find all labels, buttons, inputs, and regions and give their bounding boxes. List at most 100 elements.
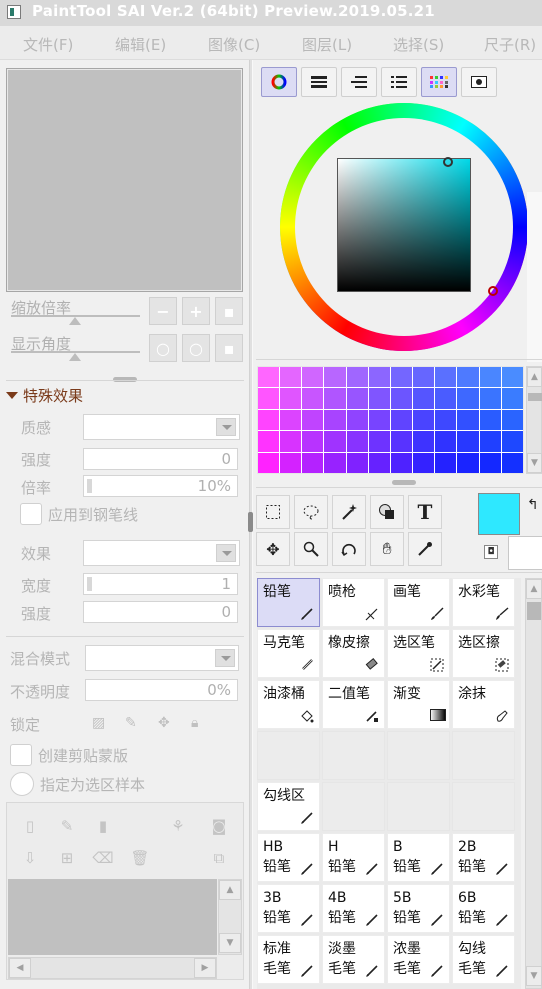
color-swatch[interactable] bbox=[435, 431, 457, 452]
color-swatch[interactable] bbox=[435, 367, 457, 388]
color-swatch[interactable] bbox=[457, 367, 479, 388]
menu-image[interactable]: 图像(C) bbox=[208, 34, 260, 55]
swatch-scroll-thumb[interactable] bbox=[528, 393, 542, 401]
color-swatch[interactable] bbox=[390, 388, 413, 409]
new-vector-layer-icon[interactable]: ✎ bbox=[54, 813, 80, 839]
menu-file[interactable]: 文件(F) bbox=[23, 34, 73, 55]
color-swatch[interactable] bbox=[479, 452, 501, 473]
navigator-preview[interactable] bbox=[6, 68, 243, 292]
brush-slot-empty[interactable] bbox=[452, 731, 515, 780]
brush-slot-empty[interactable] bbox=[322, 731, 385, 780]
scroll-left-button[interactable]: ◀ bbox=[9, 958, 31, 978]
color-swatch[interactable] bbox=[280, 367, 302, 388]
brush-slot[interactable]: 勾线区 bbox=[257, 782, 320, 831]
color-swatch[interactable] bbox=[324, 388, 346, 409]
swatch-scroll-up-button[interactable]: ▲ bbox=[527, 367, 542, 387]
color-swatch[interactable] bbox=[302, 388, 324, 409]
swatch-mode-button[interactable] bbox=[421, 67, 457, 97]
color-swatch[interactable] bbox=[501, 431, 523, 452]
color-wheel-mode-button[interactable] bbox=[261, 67, 297, 97]
color-swatch[interactable] bbox=[324, 452, 346, 473]
brush-slot[interactable]: 马克笔 bbox=[257, 629, 320, 678]
color-swatch[interactable] bbox=[413, 388, 435, 409]
color-swatch[interactable] bbox=[435, 388, 457, 409]
brush-slot[interactable]: 二值笔 bbox=[322, 680, 385, 729]
rotate-tool[interactable] bbox=[332, 532, 366, 566]
color-swatch[interactable] bbox=[258, 431, 280, 452]
color-swatch[interactable] bbox=[346, 452, 368, 473]
lock-all-icon[interactable]: 🔒︎ bbox=[191, 715, 198, 731]
scale-slider[interactable]: 10% bbox=[83, 475, 238, 497]
color-swatch[interactable] bbox=[435, 452, 457, 473]
brush-slot-empty[interactable] bbox=[387, 731, 450, 780]
swatch-scroll-down-button[interactable]: ▼ bbox=[527, 453, 542, 473]
new-folder-icon[interactable]: ▮ bbox=[90, 813, 116, 839]
brush-slot[interactable]: H 铅笔 bbox=[322, 833, 385, 882]
layer-copy-icon[interactable]: ⧉ bbox=[206, 845, 232, 871]
color-swatch[interactable] bbox=[258, 388, 280, 409]
color-swatch[interactable] bbox=[280, 388, 302, 409]
brush-slot-empty[interactable] bbox=[257, 731, 320, 780]
angle-slider-thumb[interactable] bbox=[69, 353, 81, 361]
brush-slot-empty[interactable] bbox=[387, 782, 450, 831]
color-swatch[interactable] bbox=[302, 452, 324, 473]
color-swatch[interactable] bbox=[368, 452, 390, 473]
brush-slot[interactable]: 选区擦 bbox=[452, 629, 515, 678]
brush-slot[interactable]: 浓墨 毛笔 bbox=[387, 935, 450, 984]
duplicate-layer-icon[interactable]: ⊞ bbox=[54, 845, 80, 871]
color-swatch[interactable] bbox=[346, 367, 368, 388]
layer-list[interactable] bbox=[8, 879, 217, 955]
color-swatch[interactable] bbox=[390, 431, 413, 452]
color-swatch[interactable] bbox=[324, 367, 346, 388]
brush-scroll-thumb[interactable] bbox=[527, 602, 541, 620]
brush-slot[interactable]: 选区笔 bbox=[387, 629, 450, 678]
brush-slot[interactable]: 6B 铅笔 bbox=[452, 884, 515, 933]
menu-edit[interactable]: 编辑(E) bbox=[115, 34, 166, 55]
lasso-tool[interactable] bbox=[294, 495, 328, 529]
color-swatch[interactable] bbox=[302, 431, 324, 452]
color-swatch[interactable] bbox=[346, 431, 368, 452]
secondary-color-swatch[interactable] bbox=[508, 536, 542, 570]
scratchpad-mode-button[interactable] bbox=[461, 67, 497, 97]
zoom-slider-thumb[interactable] bbox=[69, 317, 81, 325]
trash-icon[interactable]: 🗑︎ bbox=[127, 845, 153, 871]
color-swatch[interactable] bbox=[479, 367, 501, 388]
zoom-tool[interactable] bbox=[294, 532, 328, 566]
swap-colors-icon[interactable]: ↰ bbox=[527, 497, 539, 513]
strength-input[interactable]: 0 bbox=[83, 601, 238, 623]
brush-slot[interactable]: 油漆桶 bbox=[257, 680, 320, 729]
lock-move-icon[interactable]: ✥ bbox=[158, 715, 170, 731]
color-swatch[interactable] bbox=[413, 431, 435, 452]
clipping-checkbox[interactable] bbox=[10, 744, 32, 766]
color-swatch[interactable] bbox=[368, 388, 390, 409]
zoom-in-button[interactable]: + bbox=[182, 297, 210, 325]
brush-slot[interactable]: 5B 铅笔 bbox=[387, 884, 450, 933]
color-swatch[interactable] bbox=[479, 388, 501, 409]
clear-layer-icon[interactable]: ⌫ bbox=[90, 845, 116, 871]
brush-slot[interactable]: 涂抹 bbox=[452, 680, 515, 729]
color-swatch[interactable] bbox=[258, 409, 280, 431]
eyedropper-tool[interactable] bbox=[408, 532, 442, 566]
color-swatch[interactable] bbox=[457, 388, 479, 409]
color-swatch[interactable] bbox=[479, 431, 501, 452]
color-swatch[interactable] bbox=[368, 409, 390, 431]
color-swatch[interactable] bbox=[390, 367, 413, 388]
color-swatch[interactable] bbox=[346, 388, 368, 409]
collapse-arrow-icon[interactable] bbox=[6, 392, 18, 399]
layer-list-hscrollbar[interactable] bbox=[8, 957, 217, 979]
texture-select[interactable] bbox=[83, 414, 240, 440]
color-swatch[interactable] bbox=[258, 367, 280, 388]
brush-scroll-down-button[interactable]: ▼ bbox=[526, 966, 542, 986]
color-swatch[interactable] bbox=[501, 409, 523, 431]
panel-separator-grip[interactable] bbox=[248, 512, 253, 532]
selection-source-radio[interactable] bbox=[10, 772, 34, 796]
menu-ruler[interactable]: 尺子(R) bbox=[484, 34, 536, 55]
scroll-right-button[interactable]: ▶ bbox=[194, 958, 216, 978]
brush-slot[interactable]: 标准 毛笔 bbox=[257, 935, 320, 984]
rgb-slider-mode-button[interactable] bbox=[301, 67, 337, 97]
color-swatch[interactable] bbox=[501, 367, 523, 388]
color-swatch[interactable] bbox=[413, 452, 435, 473]
brush-slot-empty[interactable] bbox=[452, 782, 515, 831]
menu-layer[interactable]: 图层(L) bbox=[302, 34, 352, 55]
move-tool[interactable]: ✥ bbox=[256, 532, 290, 566]
